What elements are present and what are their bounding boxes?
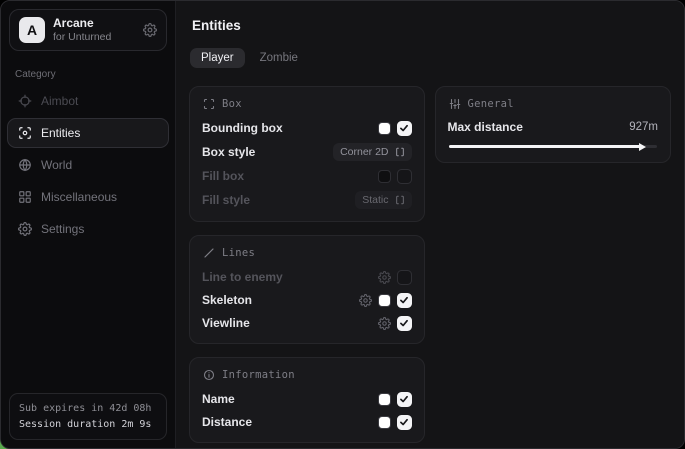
- sidebar-item-world[interactable]: World: [7, 150, 169, 180]
- setting-label: Distance: [202, 415, 252, 429]
- sidebar-item-aimbot[interactable]: Aimbot: [7, 86, 169, 116]
- slider-handle[interactable]: [639, 143, 646, 151]
- sidebar: A Arcane for Unturned Category Aimbot: [1, 1, 176, 448]
- setting-row-fill-style: Fill style Static: [202, 191, 412, 209]
- lines-card: Lines Line to enemy: [189, 235, 425, 344]
- section-title: Information: [222, 369, 295, 381]
- brand-title: Arcane: [53, 16, 111, 31]
- sidebar-item-label: Aimbot: [41, 94, 78, 108]
- sidebar-item-label: Settings: [41, 222, 84, 236]
- tab-player[interactable]: Player: [190, 48, 245, 68]
- information-card: Information Name: [189, 357, 425, 443]
- setting-label: Name: [202, 392, 235, 406]
- max-distance-value: 927m: [629, 121, 658, 133]
- slider-fill: [449, 145, 643, 148]
- setting-row-box-style: Box style Corner 2D: [202, 143, 412, 161]
- session-duration-text: Session duration 2m 9s: [19, 417, 157, 433]
- setting-label: Fill box: [202, 169, 244, 183]
- globe-icon: [18, 158, 32, 172]
- setting-row-line-to-enemy: Line to enemy: [202, 269, 412, 285]
- setting-row-skeleton: Skeleton: [202, 292, 412, 308]
- general-card: General Max distance 927m: [435, 86, 672, 163]
- box-card: Box Bounding box: [189, 86, 425, 222]
- sub-expires-text: Sub expires in 42d 08h: [19, 401, 157, 417]
- setting-row-distance: Distance: [202, 414, 412, 430]
- line-icon: [203, 247, 215, 259]
- bounding-box-checkbox[interactable]: [397, 121, 412, 136]
- dropdown-value: Corner 2D: [340, 146, 388, 158]
- max-distance-slider[interactable]: [449, 142, 658, 150]
- color-swatch[interactable]: [378, 393, 391, 406]
- screen: A Arcane for Unturned Category Aimbot: [0, 0, 685, 449]
- setting-label: Bounding box: [202, 121, 283, 135]
- setting-label: Skeleton: [202, 293, 252, 307]
- category-label: Category: [15, 69, 161, 80]
- setting-label: Line to enemy: [202, 270, 283, 284]
- setting-row-bounding-box: Bounding box: [202, 120, 412, 136]
- name-checkbox[interactable]: [397, 392, 412, 407]
- sidebar-item-label: World: [41, 158, 72, 172]
- gear-icon[interactable]: [378, 271, 391, 284]
- grid-icon: [18, 190, 32, 204]
- box-corners-icon: [203, 98, 215, 110]
- brand-text: Arcane for Unturned: [53, 16, 111, 44]
- unfold-icon: [395, 195, 405, 205]
- setting-label: Max distance: [448, 120, 523, 134]
- subscription-info-card: Sub expires in 42d 08h Session duration …: [9, 393, 167, 440]
- gear-icon: [18, 222, 32, 236]
- skeleton-checkbox[interactable]: [397, 293, 412, 308]
- viewline-checkbox[interactable]: [397, 316, 412, 331]
- color-swatch[interactable]: [378, 294, 391, 307]
- fill-box-checkbox[interactable]: [397, 169, 412, 184]
- sidebar-item-miscellaneous[interactable]: Miscellaneous: [7, 182, 169, 212]
- distance-checkbox[interactable]: [397, 415, 412, 430]
- fill-style-dropdown[interactable]: Static: [355, 191, 411, 209]
- unfold-icon: [395, 147, 405, 157]
- setting-row-fill-box: Fill box: [202, 168, 412, 184]
- box-style-dropdown[interactable]: Corner 2D: [333, 143, 411, 161]
- page-title: Entities: [192, 18, 671, 33]
- sidebar-nav: Aimbot Entities World: [1, 86, 175, 244]
- entity-tabs: Player Zombie: [190, 48, 671, 68]
- setting-label: Viewline: [202, 316, 250, 330]
- brand-subtitle: for Unturned: [53, 31, 111, 44]
- tab-zombie[interactable]: Zombie: [249, 48, 309, 68]
- sidebar-item-label: Miscellaneous: [41, 190, 117, 204]
- gear-icon[interactable]: [378, 317, 391, 330]
- sidebar-item-entities[interactable]: Entities: [7, 118, 169, 148]
- brand-logo: A: [19, 17, 45, 43]
- arcane-window: A Arcane for Unturned Category Aimbot: [0, 0, 685, 449]
- section-title: General: [468, 98, 514, 110]
- color-swatch[interactable]: [378, 170, 391, 183]
- brand-card: A Arcane for Unturned: [9, 9, 167, 51]
- section-title: Box: [222, 98, 242, 110]
- setting-row-viewline: Viewline: [202, 315, 412, 331]
- entity-scan-icon: [18, 126, 32, 140]
- color-swatch[interactable]: [378, 122, 391, 135]
- section-title: Lines: [222, 247, 255, 259]
- sidebar-item-label: Entities: [41, 126, 80, 140]
- setting-label: Fill style: [202, 193, 250, 207]
- line-to-enemy-checkbox[interactable]: [397, 270, 412, 285]
- dropdown-value: Static: [362, 194, 388, 206]
- setting-label: Box style: [202, 145, 255, 159]
- setting-row-name: Name: [202, 391, 412, 407]
- color-swatch[interactable]: [378, 416, 391, 429]
- gear-icon[interactable]: [143, 23, 157, 37]
- main-content: Entities Player Zombie Box: [176, 1, 684, 448]
- info-icon: [203, 369, 215, 381]
- crosshair-icon: [18, 94, 32, 108]
- gear-icon[interactable]: [359, 294, 372, 307]
- sliders-icon: [449, 98, 461, 110]
- sidebar-item-settings[interactable]: Settings: [7, 214, 169, 244]
